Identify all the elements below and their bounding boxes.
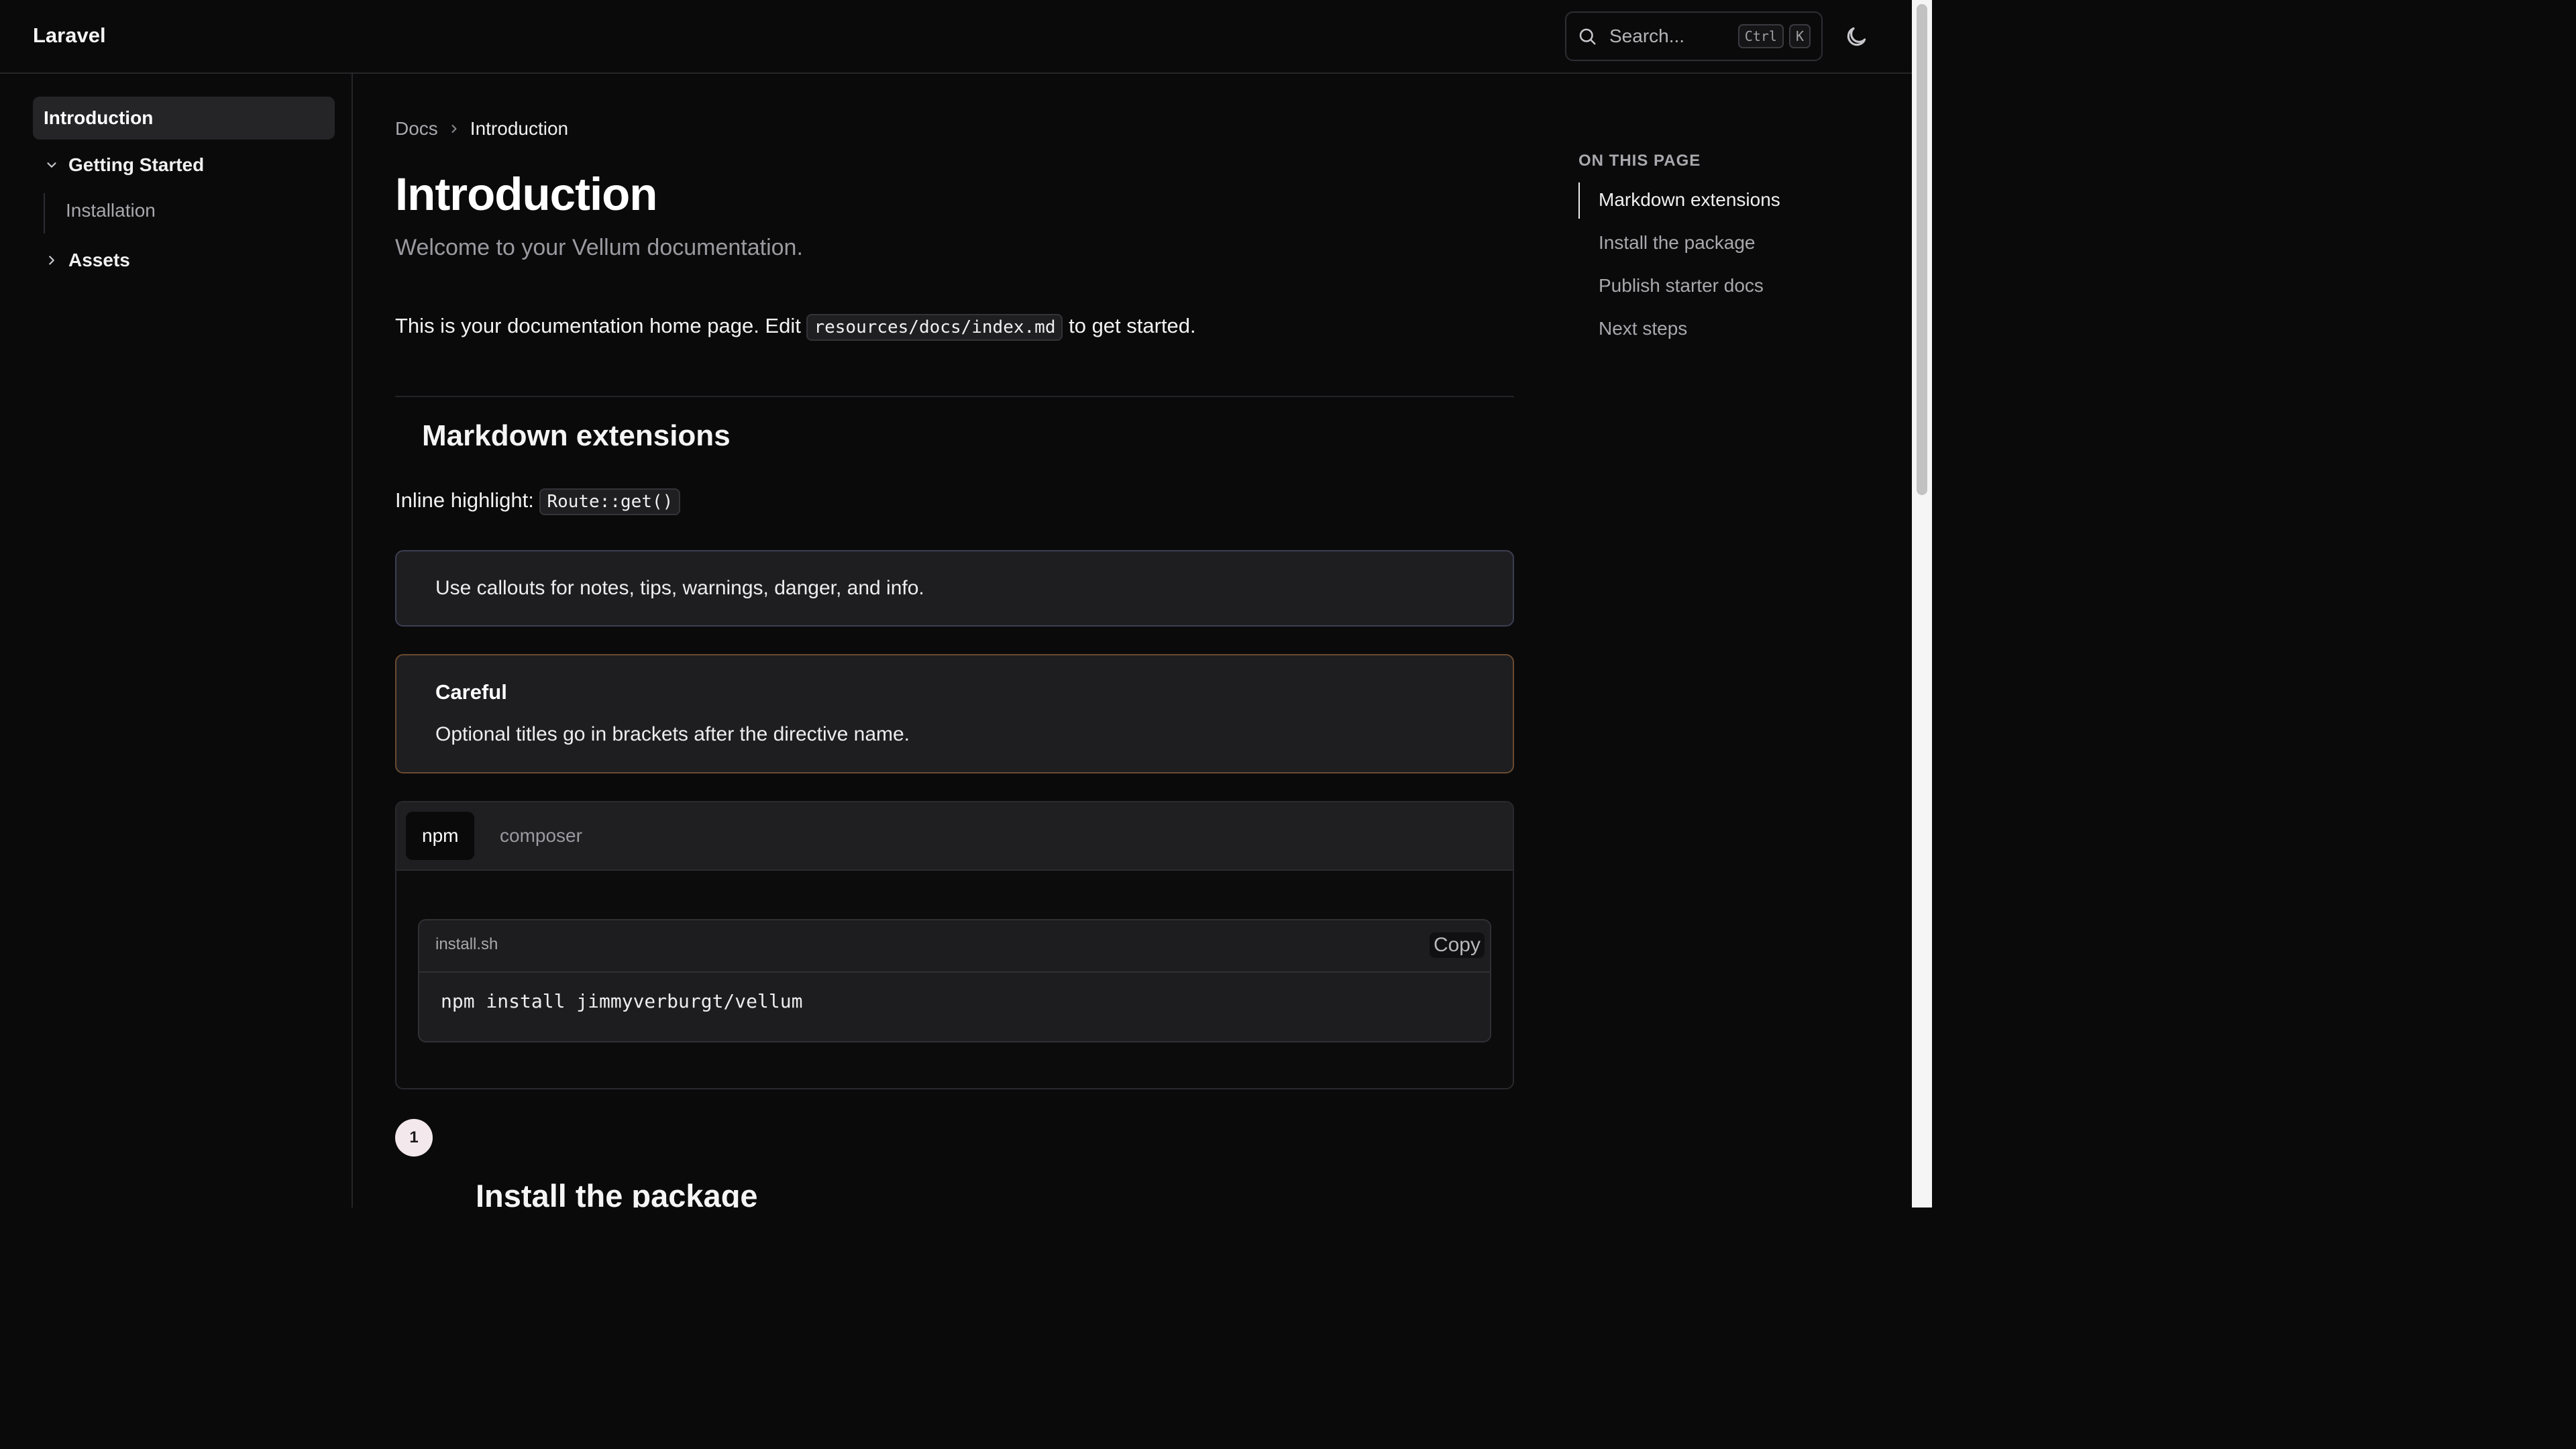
chevron-right-icon	[451, 125, 457, 133]
chevron-right-icon	[49, 256, 54, 265]
callout-warning-title: Careful	[435, 680, 507, 704]
brand-logo[interactable]: Laravel	[33, 23, 106, 48]
code-content: npm install jimmyverburgt/vellum	[441, 990, 803, 1012]
page-lead: Welcome to your Vellum documentation.	[395, 235, 803, 260]
toc-item-next-steps[interactable]: Next steps	[1599, 318, 1687, 339]
toc-item-markdown-extensions[interactable]: Markdown extensions	[1599, 189, 1780, 211]
sidebar-item-introduction[interactable]: Introduction	[33, 97, 335, 140]
sidebar-group-label: Getting Started	[68, 154, 205, 175]
shortcut-key-k: K	[1788, 24, 1811, 48]
search-placeholder: Search...	[1609, 25, 1685, 46]
top-bar: Laravel Search... Ctrl K	[0, 0, 1912, 74]
sidebar-group-label: Assets	[68, 250, 130, 270]
tab-composer[interactable]: composer	[484, 812, 598, 860]
copy-button[interactable]: Copy	[1429, 932, 1485, 958]
code-tabs: npm composer install.sh Copy npm install…	[395, 801, 1514, 1089]
chevron-down-icon	[47, 162, 56, 168]
tab-npm[interactable]: npm	[406, 812, 475, 860]
sidebar-group-getting-started[interactable]: Getting Started	[44, 154, 204, 176]
browser-viewport: Laravel Search... Ctrl K Introduction Ge…	[0, 0, 1932, 1208]
breadcrumb-current: Introduction	[470, 118, 569, 139]
sidebar-item-installation[interactable]: Installation	[66, 200, 156, 221]
toc-item-install-the-package[interactable]: Install the package	[1599, 232, 1756, 254]
step-heading: Install the package	[476, 1178, 758, 1208]
toc-active-indicator	[1578, 182, 1580, 219]
code-block-header: install.sh Copy	[419, 920, 1490, 973]
sidebar-nav: Introduction Getting Started Installatio…	[0, 74, 353, 1208]
code-filename: install.sh	[435, 935, 498, 953]
callout-note-text: Use callouts for notes, tips, warnings, …	[435, 577, 924, 599]
sidebar-group-assets[interactable]: Assets	[44, 250, 130, 271]
shortcut-key-ctrl: Ctrl	[1737, 24, 1784, 48]
search-icon	[1579, 28, 1596, 45]
code-block: install.sh Copy npm install jimmyverburg…	[418, 919, 1491, 1042]
search-button[interactable]: Search... Ctrl K	[1565, 11, 1823, 61]
section-divider	[395, 396, 1514, 397]
scrollbar-thumb[interactable]	[1917, 4, 1927, 495]
inline-highlight-code: Route::get()	[539, 488, 681, 515]
moon-icon[interactable]	[1843, 24, 1869, 50]
step-number-badge: 1	[395, 1119, 433, 1157]
callout-warning: Careful Optional titles go in brackets a…	[395, 654, 1514, 773]
toc-title: ON THIS PAGE	[1578, 152, 1701, 170]
intro-paragraph: This is your documentation home page. Ed…	[395, 314, 1196, 341]
page-title: Introduction	[395, 168, 657, 220]
intro-text-end: to get started.	[1063, 314, 1196, 337]
intro-text: This is your documentation home page. Ed…	[395, 314, 807, 337]
intro-code: resources/docs/index.md	[806, 314, 1063, 341]
code-tabs-header: npm composer	[396, 802, 1513, 871]
callout-note: Use callouts for notes, tips, warnings, …	[395, 550, 1514, 627]
inline-highlight-paragraph: Inline highlight: Route::get()	[395, 488, 681, 515]
sidebar-tree-line	[44, 193, 45, 233]
breadcrumb: Docs Introduction	[395, 118, 568, 140]
breadcrumb-docs-link[interactable]: Docs	[395, 118, 438, 140]
toc-item-publish-starter-docs[interactable]: Publish starter docs	[1599, 275, 1764, 297]
section-heading: Markdown extensions	[422, 419, 731, 452]
callout-warning-body: Optional titles go in brackets after the…	[435, 723, 910, 745]
inline-highlight-label: Inline highlight:	[395, 488, 540, 512]
